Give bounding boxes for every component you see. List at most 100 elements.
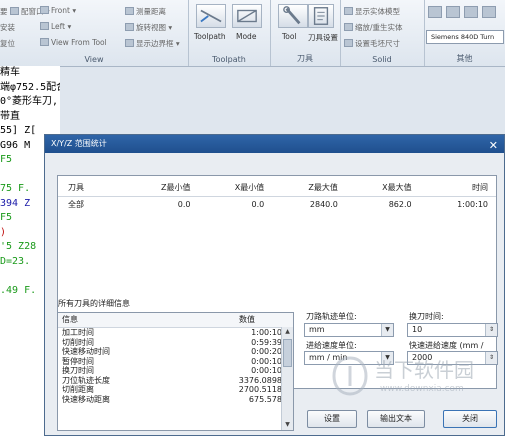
path-unit-value: mm (309, 325, 325, 334)
detail-value: 1:00:10 (251, 328, 282, 337)
tool-settings-button[interactable]: 刀具设置 (308, 32, 338, 43)
close-icon[interactable]: ✕ (489, 137, 498, 155)
view-from-tool-button[interactable]: View From Tool (40, 38, 107, 47)
show-solid-model-button[interactable]: 显示实体模型 (344, 6, 400, 17)
code-line: 精车 (0, 67, 20, 78)
zoom-regenerate-solid-button[interactable]: 缩放/重生实体 (344, 22, 403, 33)
ribbon-group-solid: 显示实体模型 缩放/重生实体 设置毛坯尺寸 Solid (340, 0, 425, 66)
detail-info: 快速移动时间 (62, 347, 110, 356)
table-row[interactable]: 全部 0.0 0.0 2840.0 862.0 1:00:10 (58, 196, 496, 210)
code-line: 带直 (0, 110, 20, 122)
ribbon-partial-2: 安装 (0, 23, 15, 32)
tool-button[interactable]: Tool (282, 32, 297, 41)
machine-select[interactable]: Siemens 840D Turn (Advi (426, 30, 504, 44)
window-icon[interactable] (446, 6, 460, 18)
toolpath-button[interactable]: Toolpath (194, 32, 226, 41)
ribbon-group-view: 要 安装 复位 配窗口 ▾ Front ▾ 测量距离 Left ▾ 旋转视图 ▾… (0, 0, 189, 66)
detail-info: 加工时间 (62, 328, 94, 337)
dialog-title-bar[interactable]: X/Y/Z 范围统计 ✕ (45, 135, 504, 153)
scroll-down-icon[interactable]: ▼ (282, 420, 293, 430)
details-scrollbar[interactable]: ▲ ▼ (281, 327, 293, 430)
window-icon[interactable] (428, 6, 442, 18)
tool-change-time-input[interactable]: 10 ⇕ (407, 323, 498, 337)
table-header-row: 刀具 Z最小值 X最小值 Z最大值 X最大值 时间 (58, 176, 496, 197)
toolpath-icon[interactable] (196, 4, 226, 28)
col-info: 信息 (62, 315, 78, 324)
detail-info: 切削时间 (62, 337, 94, 347)
details-section-label: 所有刀具的详细信息 (58, 299, 130, 308)
ribbon-group-label: 刀具 (297, 54, 313, 63)
cell-tool: 全部 (58, 196, 125, 210)
list-item[interactable]: 刀位轨迹长度 3376.0898 (58, 376, 293, 386)
left-view-button[interactable]: Left ▾ (40, 22, 71, 31)
code-line: 0°菱形车刀, R1.2刀片 (0, 96, 60, 107)
path-unit-select[interactable]: mm ▼ (304, 323, 394, 337)
cell-z-min: 0.0 (124, 196, 199, 210)
watermark-logo-icon (332, 356, 368, 396)
box-icon (125, 39, 134, 47)
tool-change-time-value: 10 (412, 325, 423, 334)
cube-icon (40, 22, 49, 30)
detail-value: 0:00:10 (251, 356, 282, 366)
detail-value: 0:00:20 (251, 347, 282, 356)
scrollbar-thumb[interactable] (283, 339, 292, 367)
detail-info: 刀位轨迹长度 (62, 375, 110, 385)
mode-button[interactable]: Mode (236, 32, 256, 41)
ribbon-group-toolpath: Toolpath Mode Toolpath (188, 0, 271, 66)
machine-select-value: Siemens 840D Turn (Advi (431, 33, 495, 41)
ribbon-partial-1: 要 (0, 7, 8, 16)
detail-value: 0:59:39 (251, 337, 282, 347)
dialog-title: X/Y/Z 范围统计 (51, 139, 107, 148)
tool-details-list[interactable]: 信息 数值 加工时间 1:00:10 切削时间 0:59:39 快速移动时间 0:00:2… (57, 312, 294, 431)
list-item[interactable]: 快速移动时间 0:00:20 (58, 347, 293, 357)
settings-button[interactable]: 设置 (307, 410, 357, 428)
list-item[interactable]: 暂停时间 0:00:10 (58, 357, 293, 367)
measure-distance-button[interactable]: 测量距离 (125, 6, 166, 17)
set-stock-size-button[interactable]: 设置毛坯尺寸 (344, 38, 400, 49)
detail-value: 0:00:10 (251, 366, 282, 375)
solid-icon (344, 7, 353, 15)
ruler-icon (125, 7, 134, 15)
watermark: 当下软件园 www.downxia.com (330, 348, 500, 408)
list-item[interactable]: 切削时间 0:59:39 (58, 338, 293, 348)
ribbon-group-label: 其他 (456, 54, 473, 63)
tool-change-time-label: 换刀时间: (409, 312, 444, 321)
tool-settings-icon[interactable] (308, 4, 334, 28)
front-view-button[interactable]: Front ▾ (40, 6, 76, 15)
ribbon-group-tool: Tool 刀具设置 刀具 (270, 0, 341, 66)
window-icon[interactable] (482, 6, 496, 18)
list-item[interactable]: 快速移动距离 675.578 (58, 395, 293, 405)
scroll-up-icon[interactable]: ▲ (282, 327, 293, 337)
detail-info: 换刀时间 (62, 366, 94, 375)
list-item[interactable]: 加工时间 1:00:10 (58, 328, 293, 338)
code-line: 端φ752.5配合面 (0, 81, 60, 93)
mode-icon[interactable] (232, 4, 262, 28)
spinner-icon[interactable]: ⇕ (485, 324, 497, 336)
details-header: 信息 数值 (58, 313, 293, 328)
show-bounding-box-button[interactable]: 显示边界框 ▾ (125, 38, 180, 49)
list-item[interactable]: 切削距离 2700.5118 (58, 385, 293, 395)
window-icon[interactable] (464, 6, 478, 18)
col-x-max: X最大值 (382, 182, 412, 192)
ribbon-group-label: Toolpath (212, 55, 246, 64)
detail-info: 暂停时间 (62, 356, 94, 366)
cell-z-max: 2840.0 (272, 196, 346, 210)
export-text-button[interactable]: 输出文本 (367, 410, 425, 428)
rotate-icon (125, 23, 134, 31)
zoom-icon (344, 23, 353, 31)
close-button[interactable]: 关闭 (443, 410, 497, 428)
col-value: 数值 (239, 315, 255, 324)
detail-value: 2700.5118 (238, 385, 282, 394)
cell-x-max: 862.0 (345, 196, 420, 210)
cell-time: 1:00:10 (419, 196, 496, 210)
path-unit-label: 刀路轨迹单位: (306, 312, 357, 321)
tool-icon[interactable] (278, 4, 308, 28)
ribbon-group-label: Solid (372, 55, 392, 64)
chevron-down-icon[interactable]: ▼ (381, 324, 393, 336)
list-item[interactable]: 换刀时间 0:00:10 (58, 366, 293, 376)
col-tool: 刀具 (68, 182, 84, 192)
stock-icon (344, 39, 353, 47)
cube-icon (40, 6, 49, 14)
rotate-view-button[interactable]: 旋转视图 ▾ (125, 22, 172, 33)
ribbon-partial-3: 复位 (0, 39, 15, 48)
